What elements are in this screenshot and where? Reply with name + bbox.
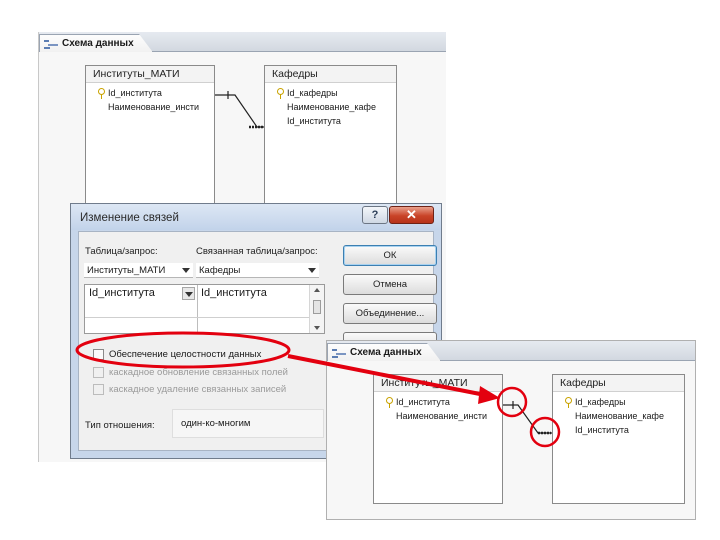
scroll-thumb[interactable] xyxy=(313,300,321,314)
relationship-line[interactable] xyxy=(39,32,447,232)
relation-type-value: один-ко-многим xyxy=(172,409,324,438)
relation-type-label: Тип отношения: xyxy=(85,420,155,431)
help-icon: ? xyxy=(371,209,379,221)
grid-scrollbar[interactable] xyxy=(309,285,324,333)
dropdown-arrow-icon[interactable] xyxy=(182,287,195,300)
front-schema-window: Схема данных Институты_МАТИ Id_института… xyxy=(326,340,696,520)
checkbox-label: Обеспечение целостности данных xyxy=(109,348,262,360)
left-field-cell[interactable]: Id_института xyxy=(89,287,155,299)
checkbox-label: каскадное удаление связанных записей xyxy=(109,383,287,395)
field-mapping-grid[interactable]: Id_института Id_института xyxy=(84,284,325,334)
grid-row-divider xyxy=(85,317,309,318)
checkbox-icon[interactable] xyxy=(93,366,104,378)
help-button[interactable]: ? xyxy=(362,206,388,224)
checkbox-icon[interactable] xyxy=(93,383,104,395)
checkbox-cascade-delete[interactable]: каскадное удаление связанных записей xyxy=(93,382,286,396)
cancel-button[interactable]: Отмена xyxy=(343,274,437,295)
dropdown-arrow-icon[interactable] xyxy=(308,268,316,273)
ok-button[interactable]: ОК xyxy=(343,245,437,266)
table-query-select[interactable]: Институты_МАТИ xyxy=(84,263,193,278)
grid-divider xyxy=(197,285,198,333)
close-button[interactable]: ✕ xyxy=(389,206,434,224)
join-type-button[interactable]: Объединение... xyxy=(343,303,437,324)
dropdown-arrow-icon[interactable] xyxy=(182,268,190,273)
dialog-title-bar[interactable]: Изменение связей ? ✕ xyxy=(71,204,441,230)
checkbox-integrity[interactable]: Обеспечение целостности данных xyxy=(93,347,261,361)
checkbox-label: каскадное обновление связанных полей xyxy=(109,366,288,378)
table-query-label: Таблица/запрос: xyxy=(85,246,158,257)
close-icon: ✕ xyxy=(406,207,417,222)
right-field-cell[interactable]: Id_института xyxy=(201,287,267,299)
checkbox-icon[interactable] xyxy=(93,348,104,360)
related-table-value: Кафедры xyxy=(199,265,241,276)
relationship-line[interactable] xyxy=(327,341,697,521)
related-table-select[interactable]: Кафедры xyxy=(196,263,319,278)
scroll-up-icon[interactable] xyxy=(314,288,320,292)
scroll-down-icon[interactable] xyxy=(314,326,320,330)
dialog-title: Изменение связей xyxy=(80,212,179,224)
table-query-value: Институты_МАТИ xyxy=(87,265,166,276)
related-table-label: Связанная таблица/запрос: xyxy=(196,246,318,257)
checkbox-cascade-update[interactable]: каскадное обновление связанных полей xyxy=(93,365,288,379)
